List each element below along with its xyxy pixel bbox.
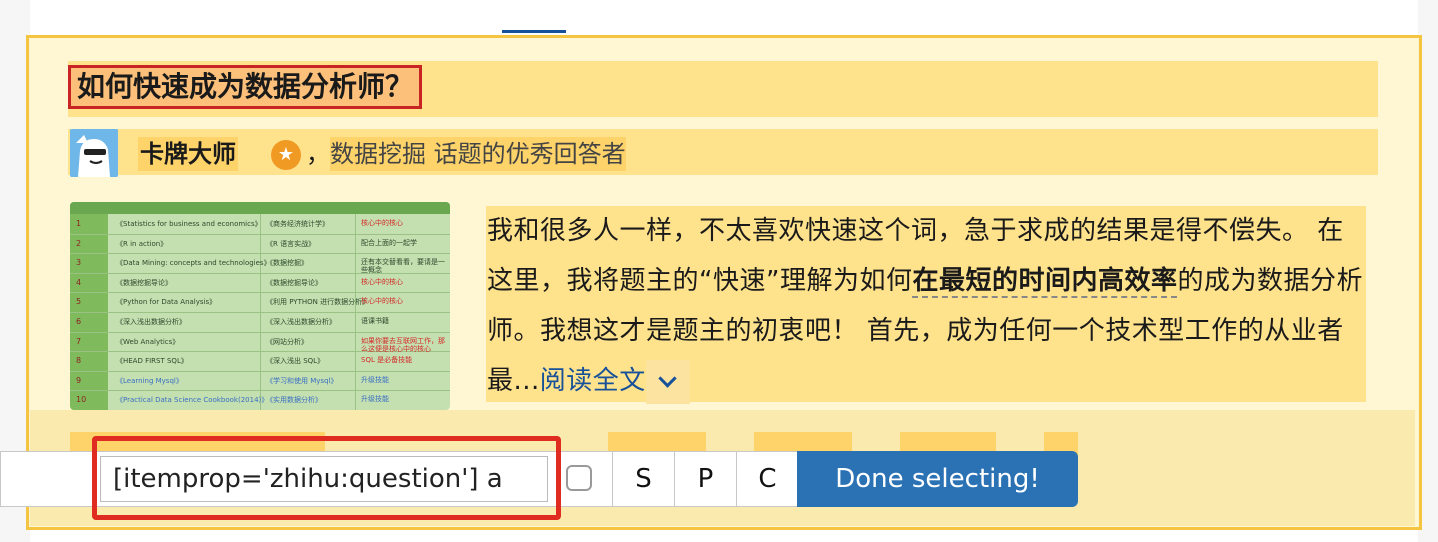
answer-excerpt: 我和很多人一样，不太喜欢快速这个词，急于求成的结果是得不偿失。 在这里，我将题主… bbox=[487, 206, 1367, 406]
thumbnail-cell-cn: 《R 语言实战》 bbox=[266, 239, 316, 248]
done-selecting-button[interactable]: Done selecting! bbox=[797, 451, 1078, 507]
thumbnail-cell-cn: 《数据挖掘导论》 bbox=[266, 278, 322, 287]
thumbnail-row-number: 7 bbox=[76, 336, 82, 346]
thumbnail-grid-line bbox=[70, 292, 450, 294]
thumbnail-grid-line bbox=[70, 390, 450, 392]
thumbnail-cell-cn: 《学习和使用 Mysql》 bbox=[266, 376, 338, 385]
thumbnail-header-strip bbox=[70, 202, 450, 214]
selector-c-button[interactable]: C bbox=[736, 452, 798, 506]
thumbnail-cell-note: 核心中的核心 bbox=[361, 297, 403, 306]
author-highlight bbox=[68, 129, 1378, 175]
thumbnail-row-number: 2 bbox=[76, 238, 82, 248]
thumbnail-grid-line bbox=[70, 233, 450, 235]
thumbnail-cell-note: 还有本交替看看，要请是一些概念 bbox=[361, 258, 445, 275]
thumbnail-cell-en: 《Learning Mysql》 bbox=[116, 376, 183, 385]
thumbnail-cell-cn: 《数据挖掘》 bbox=[266, 259, 308, 268]
thumbnail-cell-en: 《Python for Data Analysis》 bbox=[116, 298, 217, 307]
thumbnail-cell-en: 《HEAD FIRST SQL》 bbox=[116, 357, 188, 366]
answer-thumbnail[interactable]: 1 《Statistics for business and economics》… bbox=[70, 202, 450, 410]
thumbnail-cell-note: 核心中的核心 bbox=[361, 277, 403, 286]
chevron-down-icon[interactable] bbox=[645, 359, 690, 404]
thumbnail-grid-line bbox=[70, 312, 450, 313]
author-name-link[interactable]: 卡牌大师 bbox=[138, 137, 238, 171]
star-badge-icon: ★ bbox=[271, 140, 301, 170]
selector-p-button[interactable]: P bbox=[674, 452, 736, 506]
thumbnail-cell-en: 《Practical Data Science Cookbook(2014)》 bbox=[116, 396, 269, 405]
selector-input-focus-outline bbox=[92, 436, 561, 520]
thumbnail-cell-en: 《Web Analytics》 bbox=[116, 337, 180, 346]
author-separator: ， bbox=[306, 140, 330, 168]
thumbnail-cell-note: 核心中的核心 bbox=[361, 219, 403, 227]
thumbnail-cell-cn: 《利用 PYTHON 进行数据分析》 bbox=[266, 298, 370, 307]
thumbnail-grid-line bbox=[70, 331, 450, 333]
selector-toggle-checkbox[interactable] bbox=[566, 465, 592, 491]
thumbnail-cell-en: 《R in action》 bbox=[116, 239, 168, 248]
thumbnail-cell-cn: 《商务经济统计学》 bbox=[266, 220, 329, 228]
thumbnail-cell-en: 《Statistics for business and economics》 bbox=[116, 220, 262, 228]
thumbnail-cell-cn: 《网站分析》 bbox=[266, 337, 308, 346]
thumbnail-grid-line bbox=[70, 253, 450, 255]
thumbnail-row-number: 5 bbox=[76, 297, 82, 307]
active-tab-indicator bbox=[502, 30, 566, 33]
thumbnail-cell-en: 《深入浅出数据分析》 bbox=[116, 318, 186, 326]
read-more-link[interactable]: 阅读全文 bbox=[540, 366, 646, 396]
thumbnail-row-number: 3 bbox=[76, 258, 82, 268]
thumbnail-row-number: 4 bbox=[76, 277, 82, 287]
thumbnail-row-number: 1 bbox=[76, 219, 82, 228]
thumbnail-cell-note: 升级技能 bbox=[361, 395, 389, 404]
thumbnail-cell-note: SQL 是必备技能 bbox=[361, 356, 413, 365]
excerpt-emphasis: 在最短的时间内高效率 bbox=[912, 266, 1178, 298]
thumbnail-cell-cn: 《深入浅出 SQL》 bbox=[266, 357, 325, 366]
thumbnail-row-number: 9 bbox=[76, 375, 82, 385]
avatar-image-icon bbox=[70, 129, 118, 177]
thumbnail-row-number: 6 bbox=[76, 317, 82, 326]
author-avatar[interactable] bbox=[70, 129, 118, 177]
thumbnail-cell-en: 《Data Mining: concepts and technologies》 bbox=[116, 259, 271, 268]
thumbnail-cell-note: 配合上面的一起学 bbox=[361, 238, 417, 247]
thumbnail-row-number: 10 bbox=[76, 395, 87, 405]
thumbnail-cell-note: 升级技能 bbox=[361, 375, 389, 384]
question-title-link[interactable]: 如何快速成为数据分析师？ bbox=[68, 65, 423, 109]
thumbnail-cell-note: 语课书籍 bbox=[361, 317, 389, 325]
thumbnail-row-number: 8 bbox=[76, 356, 82, 366]
thumbnail-cell-note: 如果你要去互联网工作，那么这便是核心中的核心 bbox=[361, 336, 445, 353]
thumbnail-cell-cn: 《深入浅出数据分析》 bbox=[266, 318, 336, 326]
thumbnail-cell-en: 《数据挖掘导论》 bbox=[116, 278, 172, 287]
thumbnail-grid-line bbox=[70, 370, 450, 372]
author-headline: 数据挖掘 话题的优秀回答者 bbox=[330, 137, 626, 171]
thumbnail-cell-cn: 《实用数据分析》 bbox=[266, 396, 322, 405]
selector-s-button[interactable]: S bbox=[612, 452, 674, 506]
